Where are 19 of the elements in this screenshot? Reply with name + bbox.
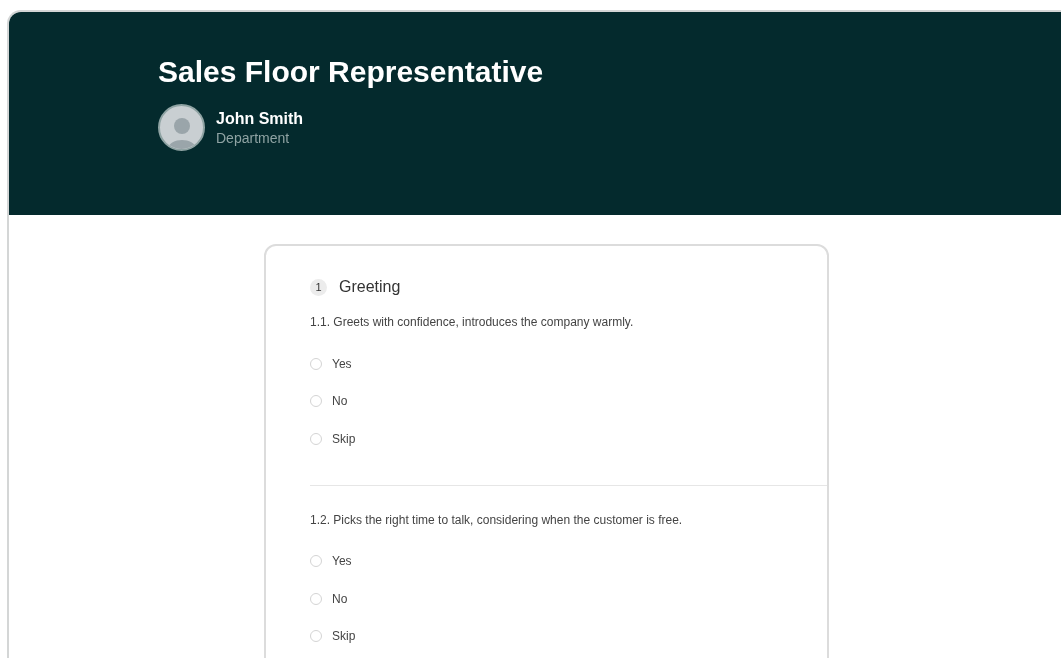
option-label[interactable]: No — [332, 394, 348, 409]
option-label[interactable]: Yes — [332, 554, 352, 569]
question-text: 1.2. Picks the right time to talk, considering when the customer is free. — [310, 511, 684, 528]
option-label[interactable]: Skip — [332, 629, 356, 644]
radio-button[interactable] — [310, 592, 322, 605]
option-label[interactable]: Skip — [332, 431, 356, 446]
radio-button[interactable] — [310, 630, 322, 643]
user-department: Department — [216, 128, 291, 147]
section-number: 1 — [310, 278, 327, 296]
option-label[interactable]: No — [332, 591, 348, 606]
radio-button[interactable] — [310, 555, 322, 568]
radio-button[interactable] — [310, 357, 322, 370]
user-name: John Smith — [216, 108, 304, 129]
question-text: 1.1. Greets with confidence, introduces the company warmly. — [310, 314, 635, 330]
radio-button[interactable] — [310, 432, 322, 445]
section-title: Greeting — [339, 278, 401, 296]
option-label[interactable]: Yes — [332, 356, 352, 371]
page-title: Sales Floor Representative — [158, 54, 544, 90]
radio-button[interactable] — [310, 395, 322, 408]
